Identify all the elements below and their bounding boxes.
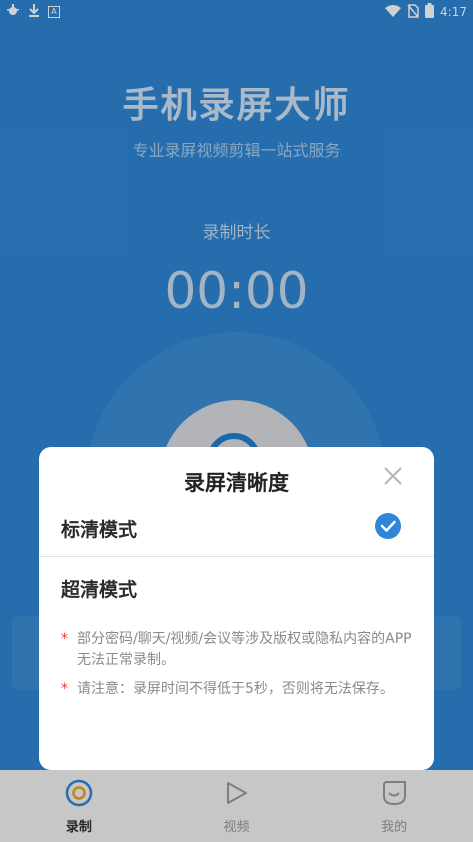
app-screen: A 4:17 手机录屏大师 专业录屏视频剪辑一站式服务 录制时长 00:00 录…	[0, 0, 473, 842]
note-star: *	[61, 631, 68, 647]
check-icon	[375, 513, 401, 539]
note-star: *	[61, 681, 68, 697]
note-item: * 部分密码/聊天/视频/会议等涉及版权或隐私内容的APP无法正常录制。	[61, 629, 416, 671]
note-text: 请注意：录屏时间不得低于5秒，否则将无法保存。	[77, 681, 394, 697]
option-standard-label: 标清模式	[61, 519, 138, 541]
note-text: 部分密码/聊天/视频/会议等涉及版权或隐私内容的APP无法正常录制。	[77, 631, 412, 668]
quality-dialog: 录屏清晰度 标清模式 超清模式 * 部分密码/聊天/视频/会议等涉及版权或隐私内…	[39, 447, 434, 770]
close-icon[interactable]	[382, 465, 404, 487]
option-hd-label: 超清模式	[61, 579, 138, 601]
note-item: * 请注意：录屏时间不得低于5秒，否则将无法保存。	[61, 679, 416, 700]
dialog-notes: * 部分密码/聊天/视频/会议等涉及版权或隐私内容的APP无法正常录制。 * 请…	[61, 629, 416, 708]
option-standard[interactable]: 标清模式	[39, 499, 434, 557]
dialog-title: 录屏清晰度	[184, 471, 289, 495]
option-hd[interactable]: 超清模式	[39, 559, 434, 619]
